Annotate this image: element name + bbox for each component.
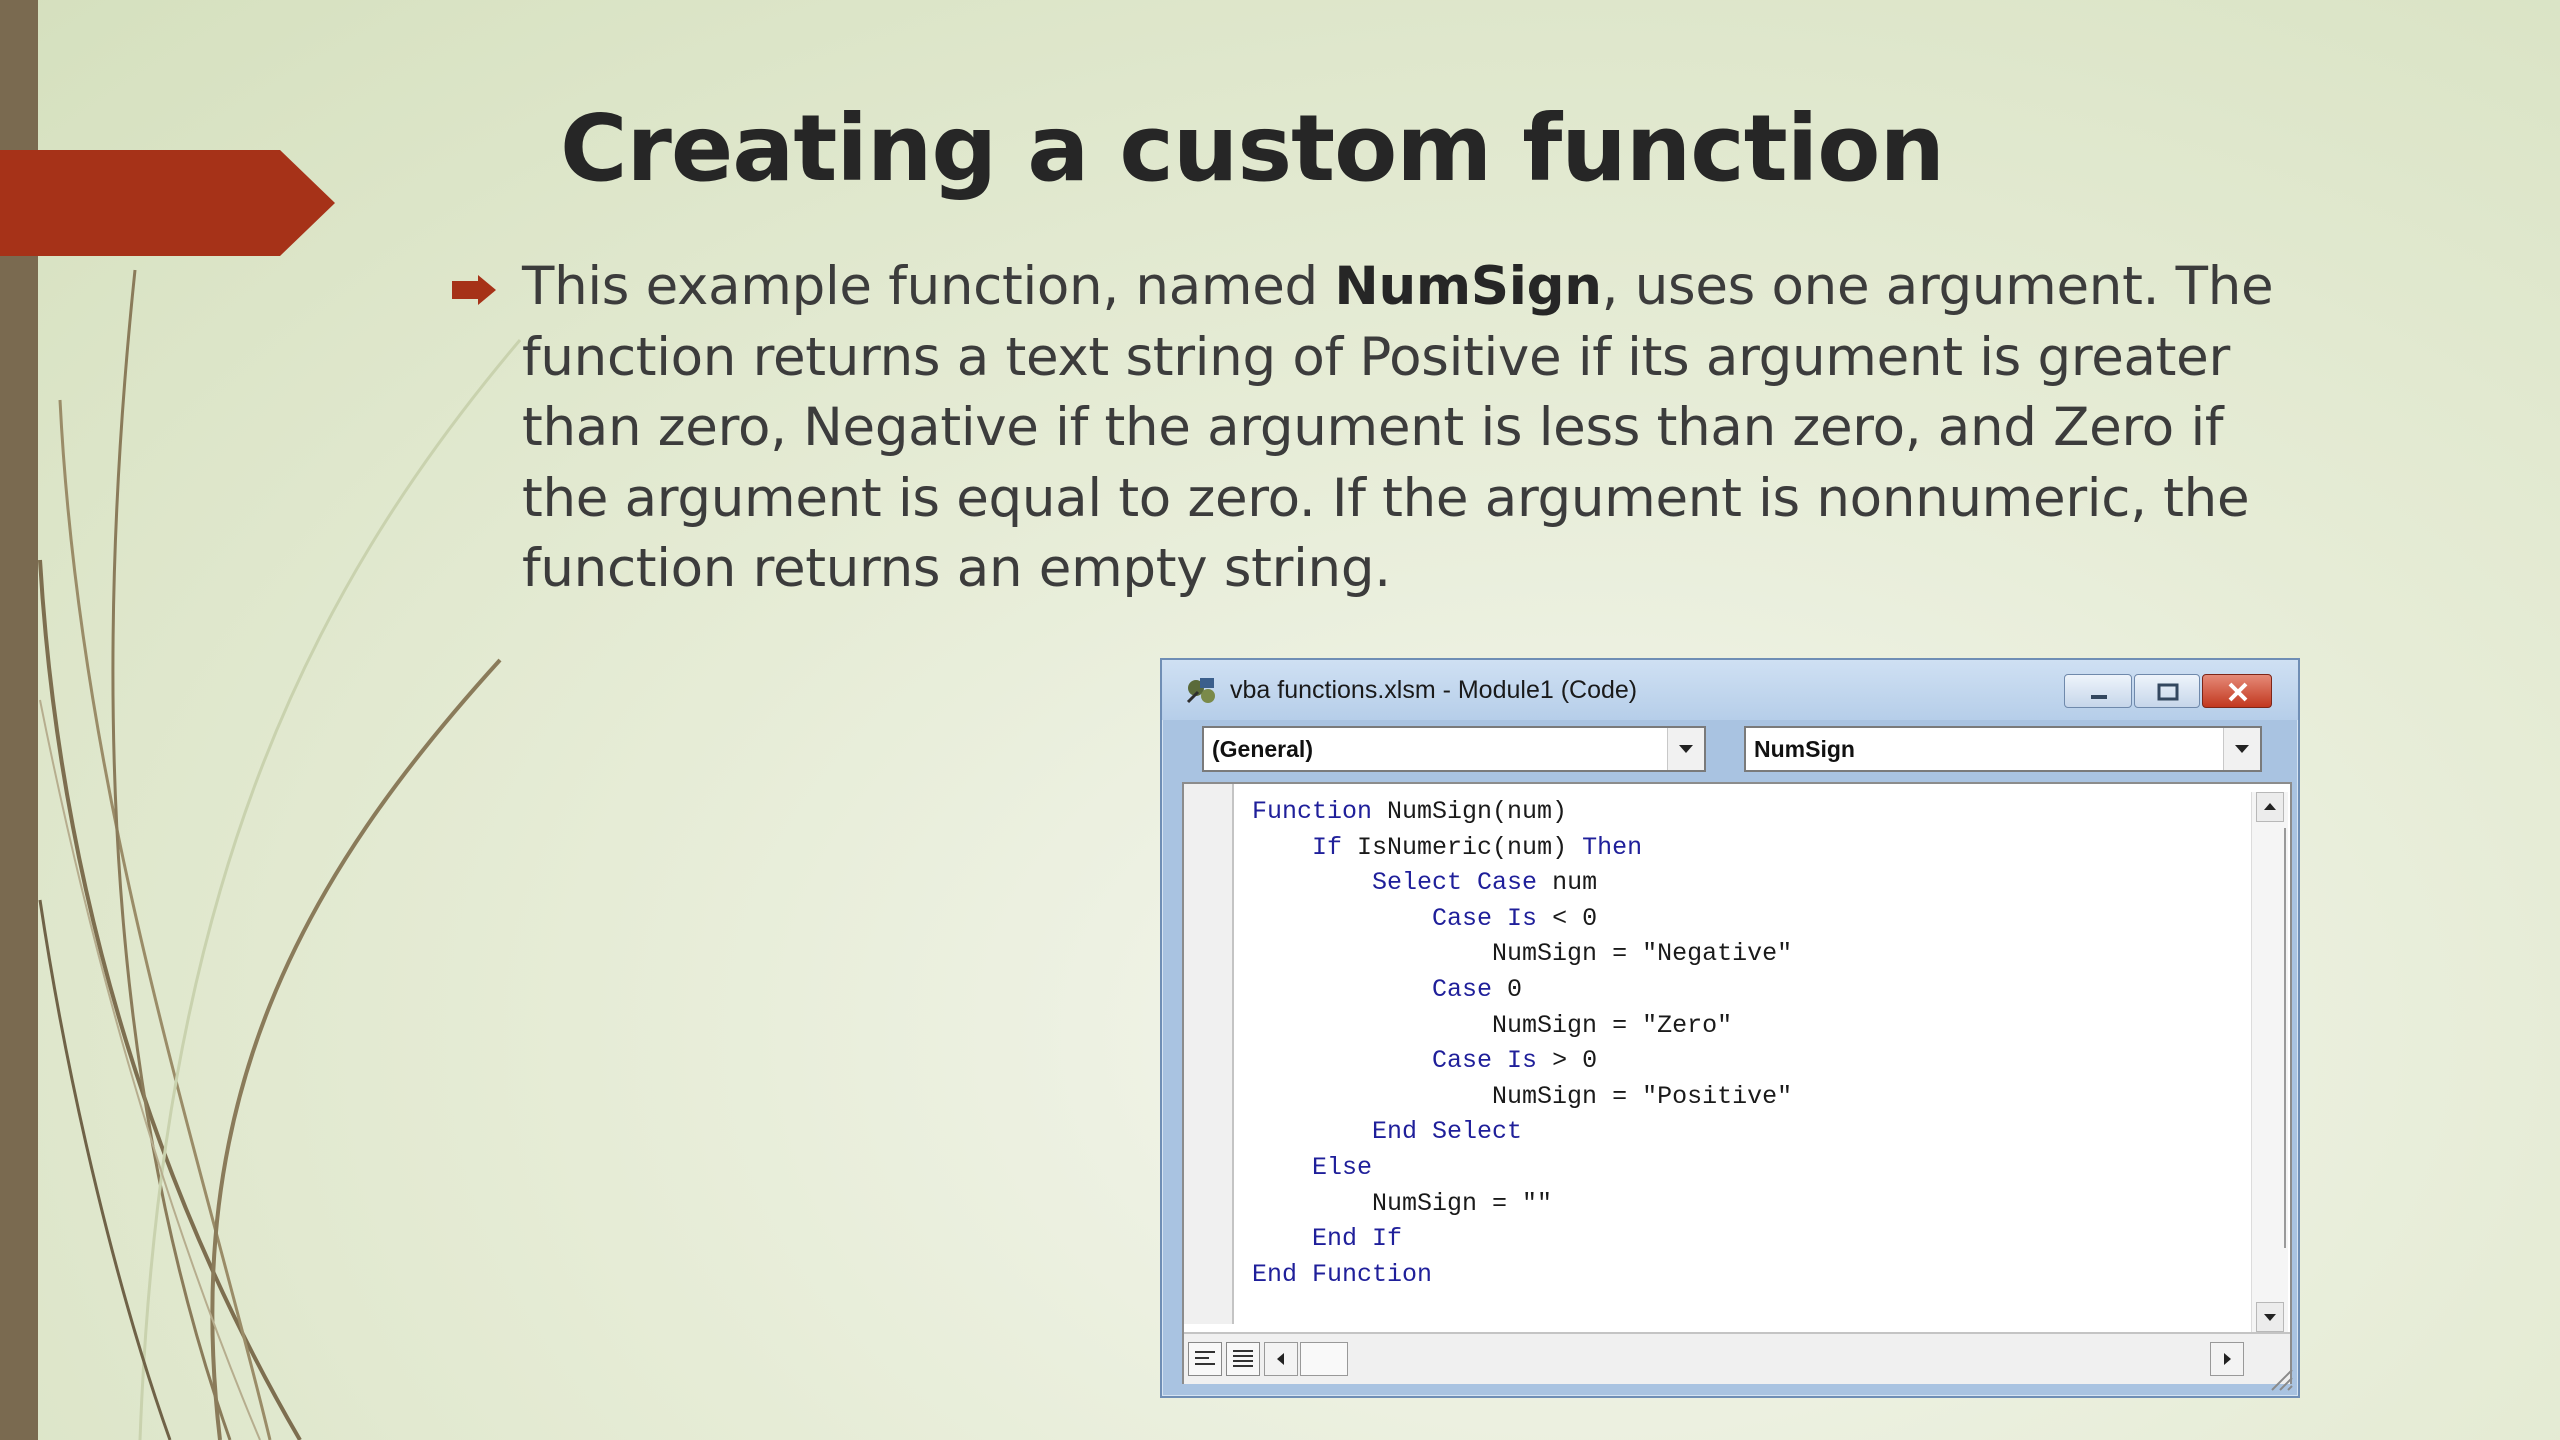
code-editor[interactable]: Function NumSign(num) If IsNumeric(num) … [1182,782,2292,1384]
restore-button[interactable] [2134,674,2200,708]
code-line[interactable]: End If [1252,1221,1792,1257]
vba-editor-icon [1186,678,1215,704]
code-keyword: Then [1582,832,1643,862]
code-keyword: If [1312,832,1343,862]
code-line[interactable]: End Function [1252,1257,1792,1293]
code-keyword: End If [1312,1224,1403,1254]
scroll-down-button[interactable] [2256,1302,2284,1332]
code-text: NumSign = "Positive" [1492,1081,1793,1111]
code-line[interactable]: Else [1252,1150,1792,1186]
code-keyword: Else [1312,1152,1373,1182]
bullet-paragraph: This example function, named NumSign, us… [522,252,2282,605]
scroll-left-button[interactable] [1264,1342,1298,1376]
resize-grip-icon[interactable] [2264,1362,2294,1392]
procedure-dropdown-value: NumSign [1754,736,1855,762]
code-line[interactable]: Select Case num [1252,865,1792,901]
restore-icon [2157,683,2179,701]
code-text: 0 [1492,974,1523,1004]
slide-title: Creating a custom function [560,95,1945,202]
code-text: NumSign(num) [1372,797,1568,826]
minimize-button[interactable] [2064,674,2132,708]
procedure-dropdown-button[interactable] [2223,728,2260,770]
scroll-down-icon [2264,1314,2276,1321]
bullet-intro: This example function, named [522,256,1335,317]
full-module-view-button[interactable] [1226,1342,1260,1376]
code-keyword: Case [1432,974,1493,1004]
code-keyword: Select Case [1372,868,1538,898]
code-keyword: Case Is [1432,1046,1538,1076]
margin-indicator-bar[interactable] [1184,784,1234,1324]
code-text: NumSign = "" [1372,1188,1553,1218]
code-line[interactable]: Function NumSign(num) [1252,794,1792,830]
vba-code-window: vba functions.xlsm - Module1 (Code) (Gen… [1160,658,2300,1398]
chevron-down-icon [1679,745,1693,753]
code-text: < 0 [1537,903,1598,933]
title-arrow-tab [0,150,335,256]
code-line[interactable]: NumSign = "Positive" [1252,1079,1792,1115]
scroll-right-icon [2224,1353,2231,1365]
code-keyword: End Function [1252,1259,1433,1289]
code-keyword: End Select [1372,1117,1523,1147]
code-text: num [1537,868,1598,898]
code-line[interactable]: Case Is > 0 [1252,1043,1792,1079]
scroll-up-button[interactable] [2256,792,2284,822]
code-text: NumSign = "Zero" [1492,1010,1733,1040]
procedure-view-button[interactable] [1188,1342,1222,1376]
vba-code[interactable]: Function NumSign(num) If IsNumeric(num) … [1252,794,1792,1292]
vertical-scrollbar[interactable] [2251,792,2288,1332]
procedure-view-icon [1195,1351,1215,1365]
full-module-view-icon [1233,1350,1253,1367]
close-icon [2228,682,2248,702]
code-keyword: Case Is [1432,903,1538,933]
scroll-up-icon [2264,803,2276,810]
code-keyword: Function [1252,797,1373,826]
minimize-icon [2091,695,2107,699]
code-text: NumSign = "Negative" [1492,939,1793,969]
window-titlebar[interactable]: vba functions.xlsm - Module1 (Code) [1162,660,2298,720]
object-dropdown-value: (General) [1212,736,1313,762]
close-button[interactable] [2202,674,2272,708]
code-text: > 0 [1537,1046,1598,1076]
scroll-left-icon [1277,1353,1284,1365]
scroll-right-button[interactable] [2210,1342,2244,1376]
editor-bottom-bar [1184,1332,2290,1384]
procedure-dropdown[interactable]: NumSign [1744,726,2262,772]
window-title: vba functions.xlsm - Module1 (Code) [1230,676,1638,704]
object-dropdown[interactable]: (General) [1202,726,1706,772]
code-line[interactable]: NumSign = "Zero" [1252,1008,1792,1044]
code-line[interactable]: NumSign = "" [1252,1186,1792,1222]
chevron-down-icon [2235,745,2249,753]
code-line[interactable]: Case 0 [1252,972,1792,1008]
object-dropdown-button[interactable] [1667,728,1704,770]
code-line[interactable]: Case Is < 0 [1252,901,1792,937]
code-text: IsNumeric(num) [1342,832,1583,862]
function-name-bold: NumSign [1334,256,1602,317]
code-line[interactable]: NumSign = "Negative" [1252,936,1792,972]
arrow-bullet-icon [452,275,496,305]
code-line[interactable]: End Select [1252,1114,1792,1150]
vertical-scroll-thumb[interactable] [2254,828,2286,1248]
horizontal-scroll-thumb[interactable] [1300,1342,1348,1376]
code-line[interactable]: If IsNumeric(num) Then [1252,830,1792,866]
